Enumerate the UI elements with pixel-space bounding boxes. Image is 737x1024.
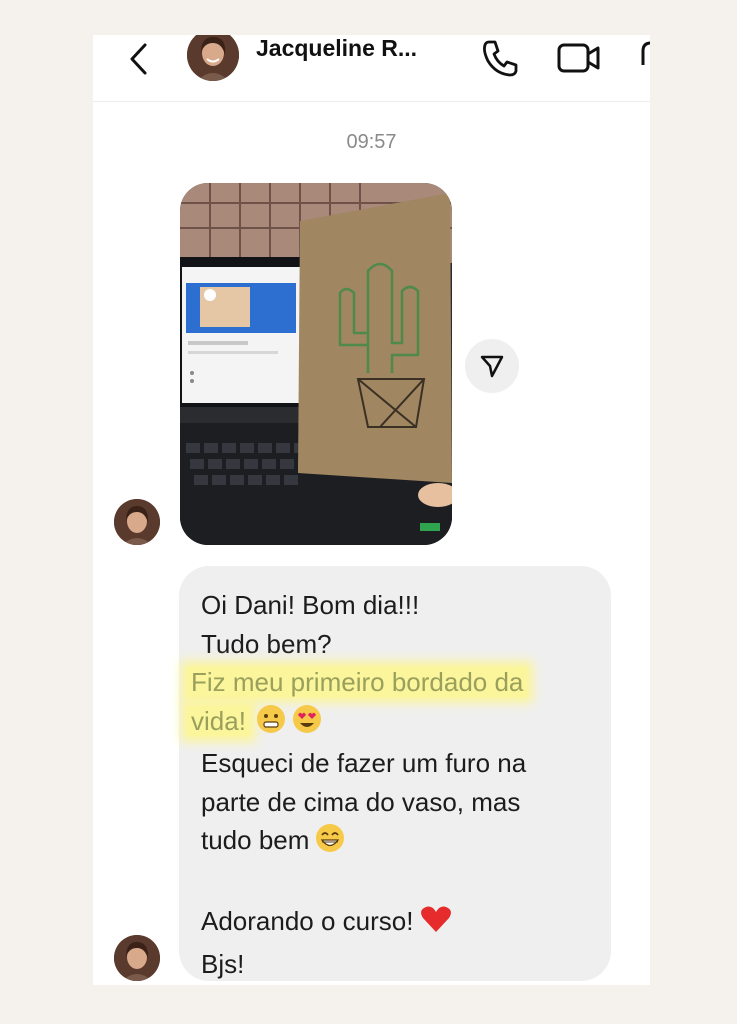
heart-eyes-emoji — [292, 704, 322, 745]
share-button[interactable] — [465, 339, 519, 393]
back-button[interactable] — [123, 39, 159, 79]
message-line: Esqueci de fazer um furo na — [201, 748, 527, 778]
message-line-highlighted: Fiz meu primeiro bordado da — [187, 663, 601, 702]
highlight: vida! — [187, 705, 250, 736]
message-line: Tudo bem? — [201, 628, 332, 659]
sender-avatar[interactable] — [114, 935, 160, 981]
chat-header: Jacqueline R... — [93, 35, 650, 102]
chat-screen: Jacqueline R... 09:57 Oi Dani! Bom dia!!… — [93, 35, 650, 985]
embroidery-photo — [180, 183, 452, 545]
message-text: Oi Dani! Bom dia!!! Tudo bem? Fiz meu pr… — [187, 586, 601, 983]
info-icon — [641, 41, 650, 65]
voice-call-button[interactable] — [480, 37, 520, 79]
highlight: Fiz meu primeiro bordado da — [187, 667, 528, 697]
message-line-text: Adorando o curso! — [201, 906, 414, 936]
sender-avatar[interactable] — [114, 499, 160, 545]
message-line: parte de cima do vaso, mas — [201, 786, 521, 817]
message-line-blank — [201, 864, 601, 903]
back-arrow-icon — [130, 43, 147, 75]
phone-icon — [483, 40, 518, 77]
video-camera-icon — [557, 43, 600, 73]
info-button[interactable] — [639, 37, 650, 77]
video-call-button[interactable] — [556, 39, 602, 77]
red-heart-emoji — [419, 904, 453, 945]
message-line: Adorando o curso! — [201, 902, 601, 945]
message-line: Bjs! — [201, 948, 245, 979]
message-line: tudo bem — [201, 821, 601, 864]
send-icon — [480, 355, 504, 378]
photo-message[interactable] — [180, 183, 452, 545]
contact-name[interactable]: Jacqueline R... — [256, 35, 417, 62]
message-bubble[interactable]: Oi Dani! Bom dia!!! Tudo bem? Fiz meu pr… — [179, 566, 611, 981]
message-line-highlighted: vida! — [187, 702, 601, 745]
grinning-emoji — [256, 704, 286, 745]
message-line: Oi Dani! Bom dia!!! — [201, 590, 420, 620]
message-timestamp: 09:57 — [346, 131, 397, 153]
contact-avatar[interactable] — [187, 35, 239, 81]
message-line-text: tudo bem — [201, 825, 310, 855]
beaming-emoji — [315, 823, 345, 864]
